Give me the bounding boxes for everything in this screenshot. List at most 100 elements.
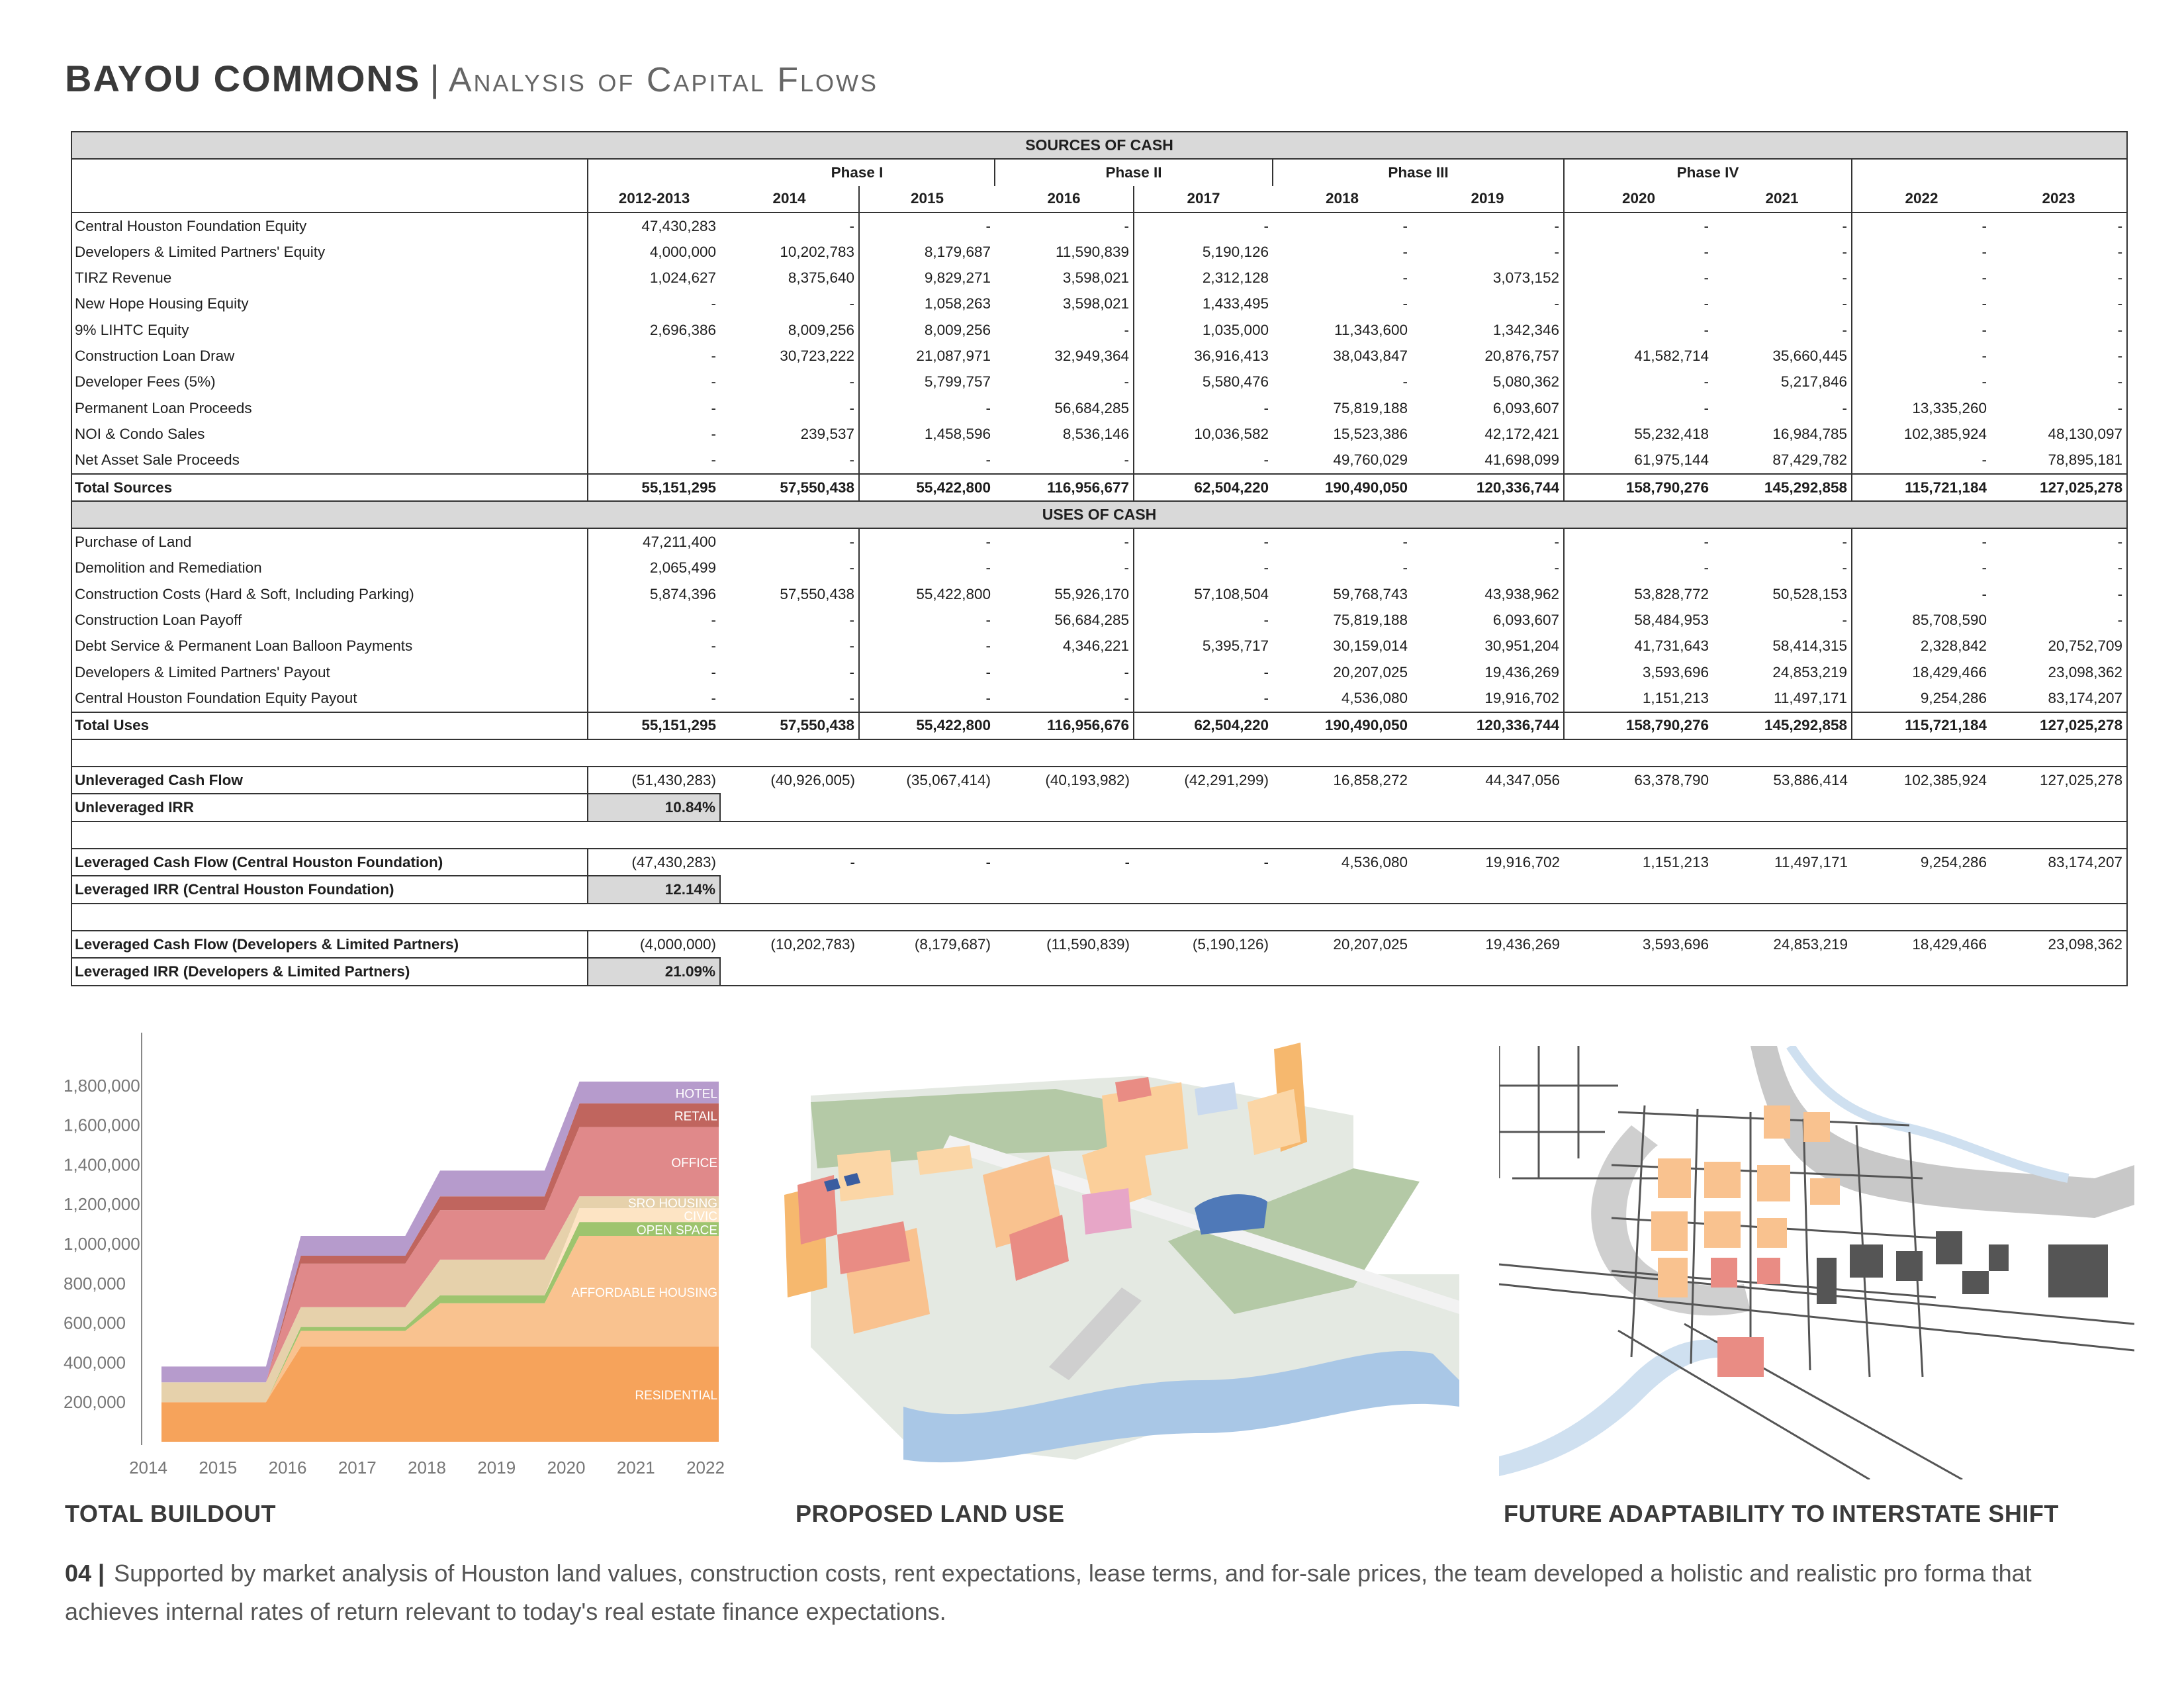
year-header: 2021: [1713, 185, 1852, 213]
table-cell: -: [1851, 239, 1991, 265]
table-cell: 48,130,097: [2048, 425, 2123, 442]
table-cell: -: [849, 611, 855, 628]
table-cell: -: [1563, 555, 1713, 582]
cash-flow-cell: (35,067,414): [906, 772, 991, 789]
year-header-row: 2012-2013 2014 2015 2016 2017 2018 2019 2020 202…: [71, 185, 2128, 213]
spacer-row: [71, 902, 2128, 931]
cash-flow-cell: (40,193,982): [1045, 772, 1130, 789]
row-label: Construction Loan Payoff: [75, 611, 242, 628]
table-cell: 11,590,839: [1056, 243, 1129, 260]
table-cell: -: [1842, 534, 1848, 551]
table-cell: 75,819,188: [1333, 611, 1408, 628]
series-label: AFFORDABLE HOUSING: [571, 1286, 717, 1300]
source-row: Central Houston Foundation Equity 47,430,…: [71, 212, 2127, 240]
table-cell: 8,536,146: [1062, 425, 1129, 442]
table-cell: -: [1124, 534, 1130, 551]
table-cell: -: [1124, 559, 1130, 577]
use-row: Purchase of Land 47,211,400- - - - - - - - - -: [71, 528, 2127, 555]
cash-flow-cell: 1,151,213: [1642, 854, 1709, 871]
table-cell: 158,790,276: [1563, 711, 1713, 740]
table-cell: -: [849, 295, 855, 312]
capital-flows-table: SOURCES OF CASH Phase I Phase II Phase III P…: [71, 130, 2128, 986]
use-row: Developers & Limited Partners' Payout - - -…: [71, 659, 2127, 686]
proposed-land-use-axonometric: [784, 1043, 1459, 1463]
page-number: 04 |: [65, 1560, 105, 1587]
table-cell: -: [2117, 585, 2123, 602]
series-label: RETAIL: [674, 1110, 717, 1124]
series-label: HOTEL: [676, 1087, 717, 1101]
year-header: 2015: [858, 185, 995, 213]
x-tick-label: 2014: [129, 1458, 167, 1477]
table-cell: 158,790,276: [1563, 473, 1713, 502]
cash-flow-cell: -: [1263, 854, 1269, 871]
table-cell: 5,799,757: [858, 369, 995, 395]
table-cell: 1,433,495: [1133, 291, 1273, 318]
table-cell: -: [858, 607, 995, 633]
cash-flow-cell: (51,430,283): [631, 771, 716, 788]
table-cell: -: [1563, 265, 1713, 291]
table-cell: -: [1851, 265, 1991, 291]
table-cell: 58,484,953: [1563, 607, 1713, 633]
cash-flow-cell: 18,429,466: [1912, 936, 1987, 953]
table-cell: 1,024,627: [587, 265, 720, 291]
page-subtitle: Analysis of Capital Flows: [448, 61, 878, 99]
table-cell: 1,458,596: [858, 421, 995, 447]
table-cell: -: [1402, 373, 1408, 391]
cash-flow-cell: 20,207,025: [1333, 936, 1408, 953]
table-cell: 20,876,757: [1484, 348, 1559, 365]
x-tick-label: 2015: [199, 1458, 237, 1477]
table-cell: 30,951,204: [1484, 637, 1559, 655]
table-cell: 9,254,286: [1851, 685, 1991, 712]
source-row: Permanent Loan Proceeds - - -56,684,285-75,…: [71, 395, 2127, 422]
spacer-row: [71, 820, 2128, 850]
source-row: Net Asset Sale Proceeds - - - - -49,760,029 41…: [71, 447, 2127, 474]
table-cell: -: [1133, 555, 1273, 582]
row-label: Central Houston Foundation Equity: [75, 217, 307, 234]
caption-interstate-shift: FUTURE ADAPTABILITY TO INTERSTATE SHIFT: [1504, 1500, 2059, 1527]
table-cell: -: [1554, 295, 1560, 312]
year-header: 2017: [1133, 185, 1273, 213]
phase-2-label: Phase II: [994, 159, 1273, 186]
table-cell: 10,202,783: [780, 243, 854, 260]
table-cell: -: [2117, 295, 2123, 312]
table-cell: -: [1124, 321, 1130, 338]
table-cell: 75,819,188: [1333, 399, 1408, 416]
table-cell: -: [1851, 369, 1991, 395]
table-cell: -: [1133, 212, 1273, 240]
table-cell: -: [587, 447, 720, 474]
footer-text: Supported by market analysis of Houston …: [65, 1560, 2032, 1625]
year-header: 2023: [1991, 185, 2128, 213]
y-tick-label: 600,000: [64, 1313, 126, 1333]
row-label: Developers & Limited Partners' Payout: [75, 663, 330, 680]
table-cell: -: [849, 399, 855, 416]
table-cell: -: [1402, 559, 1408, 577]
table-cell: 4,346,221: [1062, 637, 1129, 655]
cash-flow-cell: (47,430,283): [631, 853, 716, 870]
cash-flow-cell: 16,858,272: [1333, 772, 1408, 789]
table-cell: 62,504,220: [1133, 473, 1273, 502]
table-cell: 18,429,466: [1851, 659, 1991, 686]
table-cell: 57,550,438: [720, 711, 859, 740]
cash-flow-cell: -: [985, 854, 991, 871]
cash-flow-cell: (5,190,126): [1192, 936, 1269, 953]
table-cell: 57,108,504: [1133, 581, 1273, 608]
table-cell: -: [1133, 395, 1273, 422]
cash-flow-cell: -: [1124, 854, 1130, 871]
table-cell: -: [2117, 373, 2123, 391]
table-cell: -: [1133, 447, 1273, 474]
table-cell: 5,580,476: [1133, 369, 1273, 395]
table-cell: 6,093,607: [1492, 399, 1559, 416]
cash-flow-cell: 4,536,080: [1341, 854, 1408, 871]
title-separator: |: [430, 58, 439, 99]
table-cell: 4,536,080: [1341, 689, 1408, 706]
table-cell: 3,598,021: [1062, 269, 1129, 287]
table-cell: -: [1124, 663, 1130, 680]
table-cell: -: [2117, 348, 2123, 365]
table-cell: -: [2117, 217, 2123, 234]
y-tick-label: 1,000,000: [64, 1234, 140, 1254]
table-cell: 1,035,000: [1133, 317, 1273, 344]
year-header: 2014: [720, 185, 859, 213]
table-cell: -: [1842, 399, 1848, 416]
row-label: Developers & Limited Partners' Equity: [75, 243, 326, 260]
table-cell: -: [1133, 659, 1273, 686]
